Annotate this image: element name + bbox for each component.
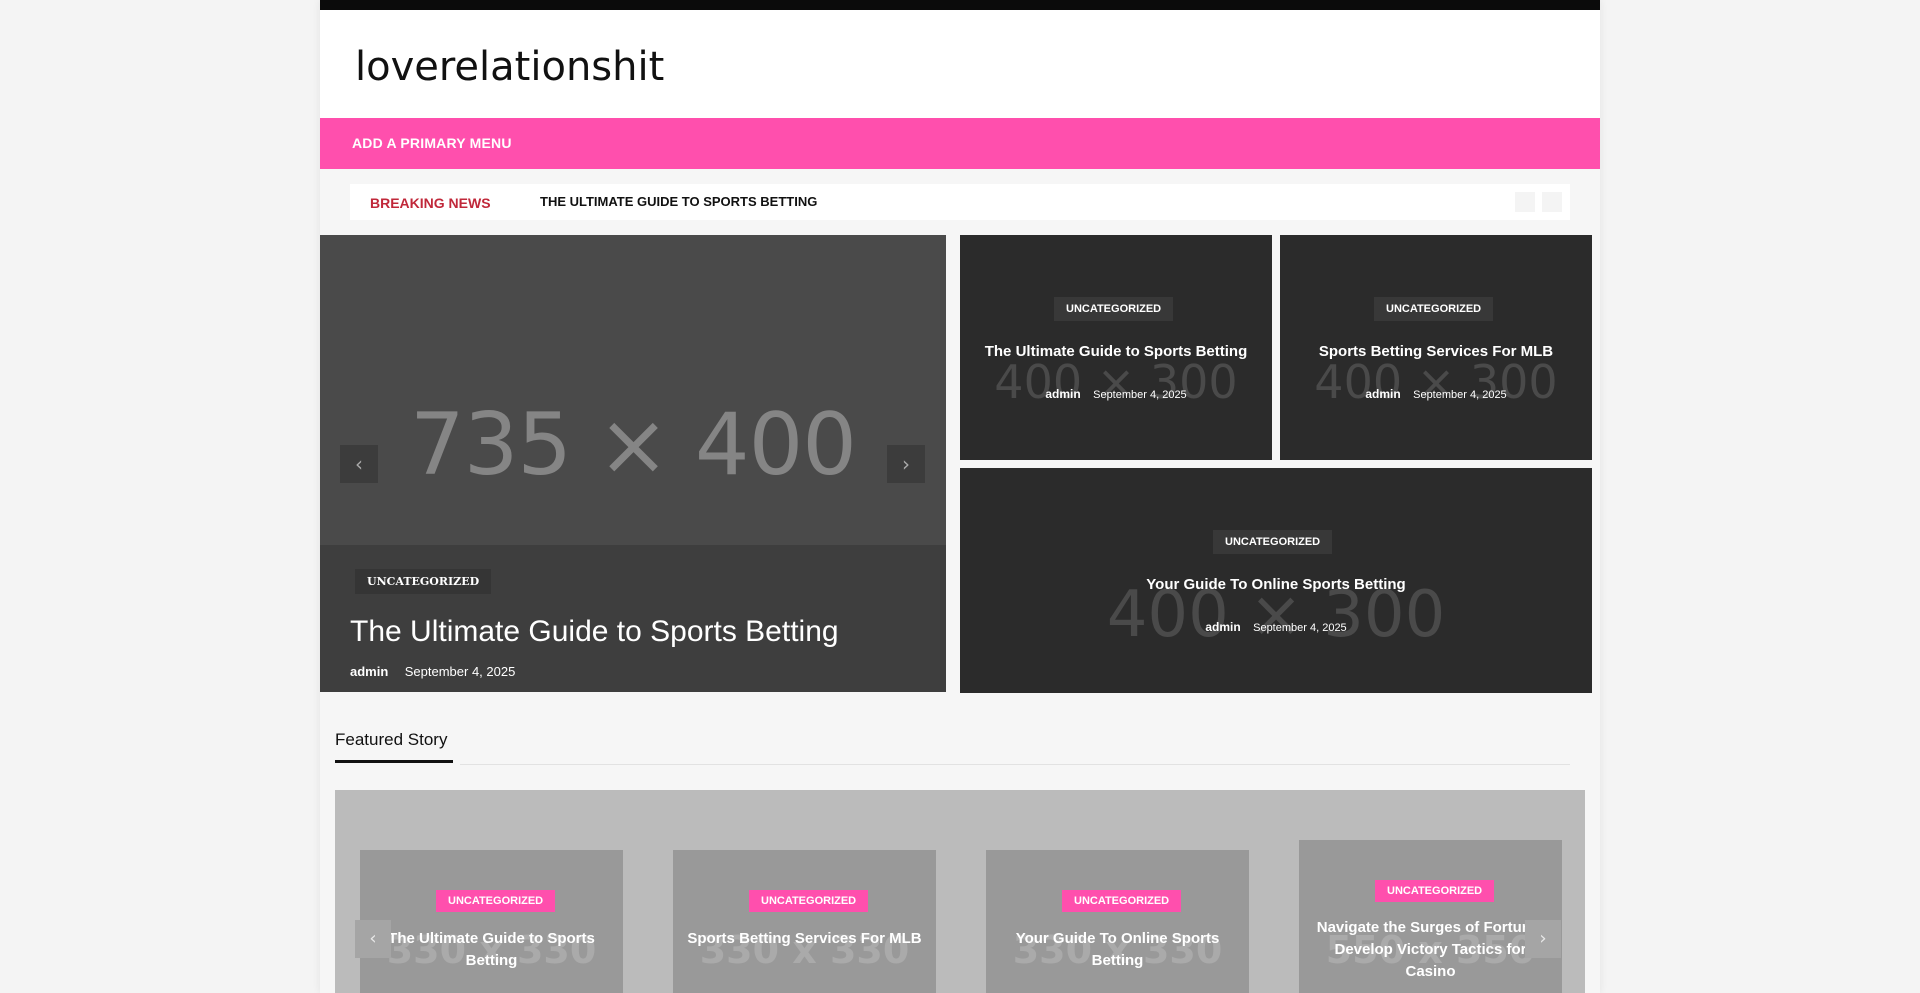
featured-post-title[interactable]: The Ultimate Guide to Sports Betting <box>370 928 613 972</box>
category-badge[interactable]: UNCATEGORIZED <box>1213 530 1333 554</box>
card-post-title[interactable]: Your Guide To Online Sports Betting <box>960 576 1592 593</box>
category-badge[interactable]: UNCATEGORIZED <box>1062 890 1182 912</box>
featured-post-card[interactable]: 550 x 350 UNCATEGORIZED Navigate the Sur… <box>1299 840 1562 993</box>
section-divider <box>460 764 1570 765</box>
chevron-right-icon: › <box>1539 928 1547 949</box>
add-primary-menu-link[interactable]: ADD A PRIMARY MENU <box>352 135 512 151</box>
slider-post-title[interactable]: The Ultimate Guide to Sports Betting <box>350 615 839 649</box>
post-meta: admin September 4, 2025 <box>1280 385 1592 403</box>
post-meta: admin September 4, 2025 <box>960 385 1272 403</box>
featured-story-heading: Featured Story <box>335 730 448 749</box>
post-meta: admin September 4, 2025 <box>960 618 1592 636</box>
site-title[interactable]: loverelationshit <box>355 44 664 90</box>
category-badge[interactable]: UNCATEGORIZED <box>749 890 869 912</box>
site-header: loverelationshit <box>320 10 1600 118</box>
grid-post-card[interactable]: 400 × 300 UNCATEGORIZED Your Guide To On… <box>960 468 1592 693</box>
main-slider: 735 × 400 ‹ › UNCATEGORIZED The Ultimate… <box>320 235 946 692</box>
post-meta: admin September 4, 2025 <box>350 663 515 681</box>
post-author[interactable]: admin <box>1365 387 1400 401</box>
ticker-next-button[interactable] <box>1542 192 1562 212</box>
post-date: September 4, 2025 <box>1093 389 1187 401</box>
carousel-next-button[interactable]: › <box>1525 920 1561 958</box>
chevron-left-icon: ‹ <box>355 452 363 476</box>
carousel-prev-button[interactable]: ‹ <box>355 920 391 958</box>
card-post-title[interactable]: Sports Betting Services For MLB <box>1280 343 1592 360</box>
slider-caption: UNCATEGORIZED The Ultimate Guide to Spor… <box>320 545 946 692</box>
chevron-left-icon: ‹ <box>369 928 377 949</box>
featured-post-title[interactable]: Sports Betting Services For MLB <box>683 928 926 950</box>
featured-post-title[interactable]: Your Guide To Online Sports Betting <box>996 928 1239 972</box>
category-badge[interactable]: UNCATEGORIZED <box>1375 880 1495 902</box>
post-date: September 4, 2025 <box>404 664 516 679</box>
breaking-news-ticker: BREAKING NEWS THE ULTIMATE GUIDE TO SPOR… <box>350 184 1570 220</box>
featured-post-title[interactable]: Navigate the Surges of Fortune: Develop … <box>1309 917 1552 983</box>
top-bar <box>320 0 1600 10</box>
breaking-news-headline[interactable]: THE ULTIMATE GUIDE TO SPORTS BETTING <box>540 194 817 209</box>
grid-post-card[interactable]: 400 × 300 UNCATEGORIZED Sports Betting S… <box>1280 235 1592 460</box>
page-wrapper: loverelationshit ADD A PRIMARY MENU BREA… <box>320 0 1600 993</box>
post-date: September 4, 2025 <box>1253 622 1347 634</box>
grid-post-card[interactable]: 400 × 300 UNCATEGORIZED The Ultimate Gui… <box>960 235 1272 460</box>
card-post-title[interactable]: The Ultimate Guide to Sports Betting <box>960 343 1272 360</box>
featured-post-card[interactable]: 330 x 330 UNCATEGORIZED The Ultimate Gui… <box>360 850 623 993</box>
chevron-right-icon: › <box>902 452 910 476</box>
breaking-news-label: BREAKING NEWS <box>370 195 491 211</box>
ticker-prev-button[interactable] <box>1515 192 1535 212</box>
slider-next-button[interactable]: › <box>887 445 925 483</box>
heading-underline <box>335 760 453 763</box>
post-author[interactable]: admin <box>1205 620 1240 634</box>
post-author[interactable]: admin <box>1045 387 1080 401</box>
slider-prev-button[interactable]: ‹ <box>340 445 378 483</box>
featured-carousel: 330 x 330 UNCATEGORIZED The Ultimate Gui… <box>335 790 1585 993</box>
slider-image-placeholder: 735 × 400 <box>409 395 857 495</box>
post-author[interactable]: admin <box>350 664 388 679</box>
featured-post-card[interactable]: 330 x 330 UNCATEGORIZED Your Guide To On… <box>986 850 1249 993</box>
post-date: September 4, 2025 <box>1413 389 1507 401</box>
category-badge[interactable]: UNCATEGORIZED <box>355 569 492 594</box>
category-badge[interactable]: UNCATEGORIZED <box>1054 297 1174 321</box>
featured-post-card[interactable]: 330 x 330 UNCATEGORIZED Sports Betting S… <box>673 850 936 993</box>
primary-menu-bar: ADD A PRIMARY MENU <box>320 118 1600 169</box>
category-badge[interactable]: UNCATEGORIZED <box>436 890 556 912</box>
category-badge[interactable]: UNCATEGORIZED <box>1374 297 1494 321</box>
